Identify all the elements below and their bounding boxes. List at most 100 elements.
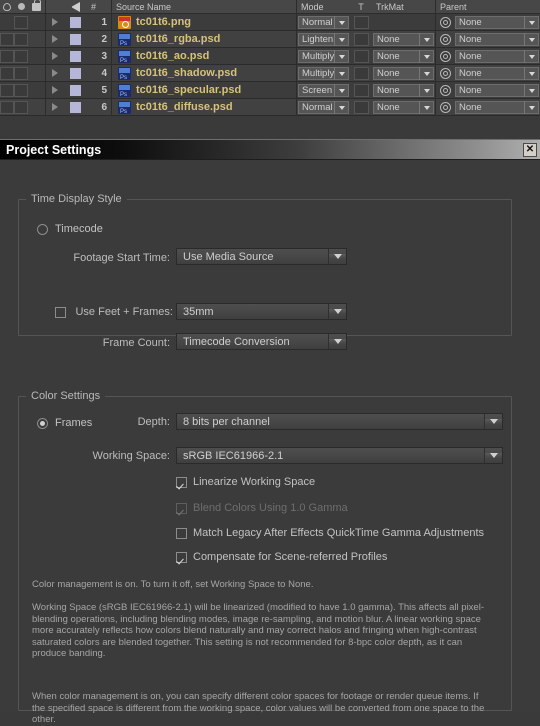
trkmat-dropdown[interactable]: None <box>372 83 435 97</box>
chevron-down-icon[interactable] <box>485 419 502 424</box>
parent-dropdown[interactable]: None <box>454 32 540 46</box>
mode-dropdown[interactable]: Lighten <box>297 32 350 46</box>
table-row[interactable]: 6 tc01t6_diffuse.psd Normal None None <box>0 99 540 116</box>
trkmat-dropdown[interactable]: None <box>372 49 435 63</box>
track-matte-toggle[interactable] <box>350 83 372 97</box>
column-header-trkmat[interactable]: TrkMat <box>372 0 435 14</box>
mode-dropdown[interactable]: Normal <box>297 15 350 29</box>
source-name-cell[interactable]: tc01t6_rgba.psd <box>112 32 296 46</box>
label-color-swatch[interactable] <box>63 16 87 28</box>
compensate-scene-referred-row[interactable]: Compensate for Scene-referred Profiles <box>176 551 387 563</box>
frame-count-dropdown[interactable]: Timecode Conversion <box>176 333 347 350</box>
trkmat-dropdown[interactable]: None <box>372 66 435 80</box>
table-row[interactable]: 1 tc01t6.png Normal None <box>0 14 540 31</box>
use-feet-frames-row[interactable]: Use Feet + Frames: <box>55 306 173 318</box>
track-matte-toggle[interactable] <box>350 15 372 29</box>
label-color-swatch[interactable] <box>63 67 87 79</box>
compensate-scene-referred-checkbox[interactable] <box>176 551 187 563</box>
video-switch[interactable] <box>0 100 14 114</box>
table-row[interactable]: 4 tc01t6_shadow.psd Multiply None None <box>0 65 540 82</box>
pick-whip-icon[interactable] <box>436 33 454 45</box>
audio-switch[interactable] <box>14 32 28 46</box>
parent-dropdown[interactable]: None <box>454 49 540 63</box>
column-header-parent[interactable]: Parent <box>436 0 496 14</box>
video-switch[interactable] <box>0 83 14 97</box>
source-name-cell[interactable]: tc01t6_shadow.psd <box>112 66 296 80</box>
source-name-label: tc01t6_diffuse.psd <box>136 101 233 113</box>
use-feet-frames-checkbox[interactable] <box>55 306 66 318</box>
expand-triangle-icon[interactable] <box>46 52 63 60</box>
pick-whip-icon[interactable] <box>436 50 454 62</box>
parent-dropdown[interactable]: None <box>454 83 540 97</box>
track-matte-toggle[interactable] <box>350 32 372 46</box>
expand-triangle-icon[interactable] <box>46 69 63 77</box>
match-legacy-gamma-row[interactable]: Match Legacy After Effects QuickTime Gam… <box>176 527 484 539</box>
audio-switch[interactable] <box>14 100 28 114</box>
label-tag-icon[interactable] <box>63 0 87 14</box>
parent-dropdown[interactable]: None <box>454 15 540 29</box>
audio-switch[interactable] <box>14 66 28 80</box>
video-switch[interactable] <box>0 49 14 63</box>
column-header-source-name[interactable]: Source Name <box>112 0 296 14</box>
expand-triangle-icon[interactable] <box>46 35 63 43</box>
trkmat-dropdown[interactable]: None <box>372 32 435 46</box>
audio-icon[interactable] <box>14 0 28 14</box>
timecode-radio[interactable] <box>37 223 48 235</box>
expand-triangle-icon[interactable] <box>46 86 63 94</box>
source-name-cell[interactable]: tc01t6_ao.psd <box>112 49 296 63</box>
timeline-column-headers: # Source Name Mode T TrkMat Parent <box>0 0 540 14</box>
chevron-down-icon[interactable] <box>329 254 346 259</box>
dialog-titlebar[interactable]: Project Settings ✕ <box>0 140 540 160</box>
match-legacy-gamma-checkbox[interactable] <box>176 527 187 539</box>
label-color-swatch[interactable] <box>63 50 87 62</box>
source-name-cell[interactable]: tc01t6.png <box>112 15 296 29</box>
expand-triangle-icon[interactable] <box>46 18 63 26</box>
eye-icon[interactable] <box>0 0 14 14</box>
parent-dropdown[interactable]: None <box>454 100 540 114</box>
mode-dropdown[interactable]: Normal <box>297 100 350 114</box>
column-header-t[interactable]: T <box>350 0 372 14</box>
depth-dropdown[interactable]: 8 bits per channel <box>176 413 503 430</box>
source-name-label: tc01t6_shadow.psd <box>136 67 238 79</box>
audio-switch[interactable] <box>14 83 28 97</box>
table-row[interactable]: 2 tc01t6_rgba.psd Lighten None None <box>0 31 540 48</box>
source-name-cell[interactable]: tc01t6_diffuse.psd <box>112 100 296 114</box>
mode-dropdown[interactable]: Multiply <box>297 49 350 63</box>
parent-dropdown[interactable]: None <box>454 66 540 80</box>
track-matte-toggle[interactable] <box>350 66 372 80</box>
blend-colors-gamma-label: Blend Colors Using 1.0 Gamma <box>193 502 348 514</box>
expand-triangle-icon[interactable] <box>46 103 63 111</box>
timecode-radio-row[interactable]: Timecode <box>37 223 103 235</box>
pick-whip-icon[interactable] <box>436 84 454 96</box>
linearize-working-space-checkbox[interactable] <box>176 476 187 488</box>
video-switch[interactable] <box>0 66 14 80</box>
lock-icon[interactable] <box>28 0 45 14</box>
table-row[interactable]: 3 tc01t6_ao.psd Multiply None None <box>0 48 540 65</box>
close-icon[interactable]: ✕ <box>523 142 537 157</box>
chevron-down-icon[interactable] <box>485 453 502 458</box>
use-feet-frames-dropdown[interactable]: 35mm <box>176 303 347 320</box>
audio-switch[interactable] <box>14 49 28 63</box>
chevron-down-icon[interactable] <box>329 339 346 344</box>
linearize-working-space-row[interactable]: Linearize Working Space <box>176 476 315 488</box>
video-switch[interactable] <box>0 32 14 46</box>
table-row[interactable]: 5 tc01t6_specular.psd Screen None None <box>0 82 540 99</box>
mode-dropdown[interactable]: Multiply <box>297 66 350 80</box>
column-header-mode[interactable]: Mode <box>297 0 350 14</box>
pick-whip-icon[interactable] <box>436 101 454 113</box>
label-color-swatch[interactable] <box>63 33 87 45</box>
source-name-cell[interactable]: tc01t6_specular.psd <box>112 83 296 97</box>
column-header-index[interactable]: # <box>87 0 111 14</box>
label-color-swatch[interactable] <box>63 101 87 113</box>
pick-whip-icon[interactable] <box>436 67 454 79</box>
working-space-dropdown[interactable]: sRGB IEC61966-2.1 <box>176 447 503 464</box>
track-matte-toggle[interactable] <box>350 100 372 114</box>
footage-start-time-dropdown[interactable]: Use Media Source <box>176 248 347 265</box>
pick-whip-icon[interactable] <box>436 16 454 28</box>
label-color-swatch[interactable] <box>63 84 87 96</box>
trkmat-dropdown[interactable]: None <box>372 100 435 114</box>
mode-dropdown[interactable]: Screen <box>297 83 350 97</box>
audio-switch[interactable] <box>14 15 28 29</box>
chevron-down-icon[interactable] <box>329 309 346 314</box>
track-matte-toggle[interactable] <box>350 49 372 63</box>
